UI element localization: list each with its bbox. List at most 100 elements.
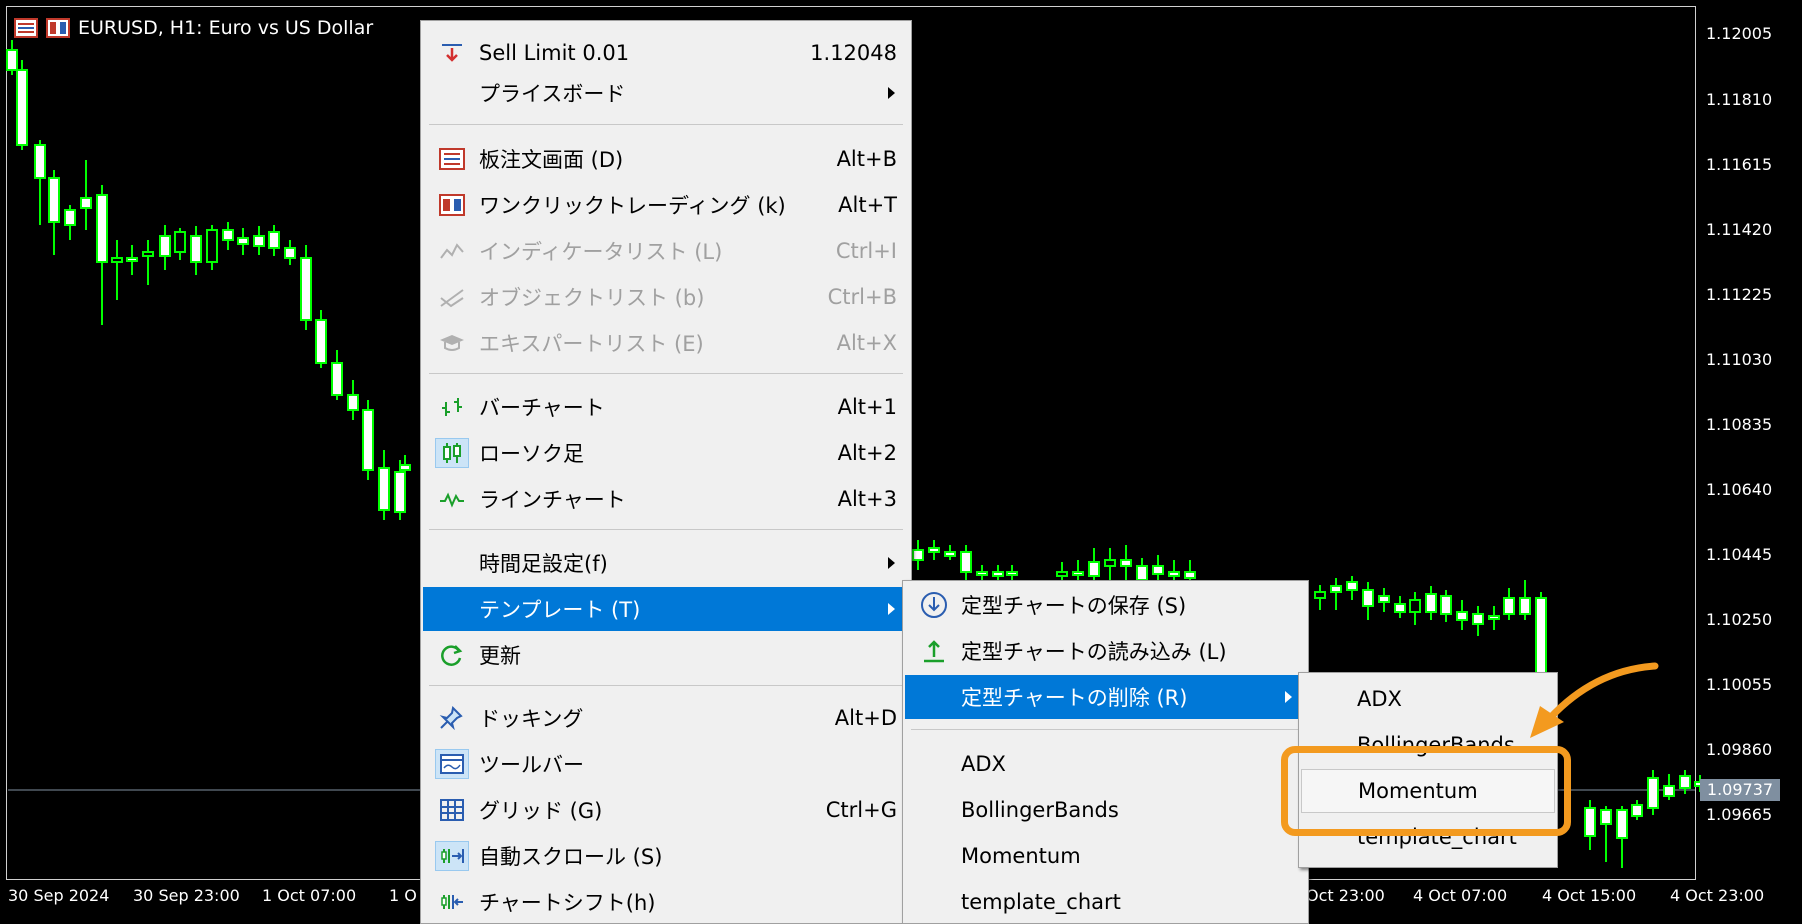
menu-item-shortcut: Ctrl+I (835, 239, 897, 263)
object-list-icon (435, 282, 469, 312)
candle (1440, 590, 1452, 622)
menu-item-shortcut: Alt+B (836, 147, 897, 171)
candle (347, 380, 359, 420)
menu-item-candlestick[interactable]: ローソク足 Alt+2 (423, 431, 909, 475)
symbol-title: EURUSD, H1: Euro vs US Dollar (78, 17, 374, 39)
menu-item-auto-scroll[interactable]: 自動スクロール (S) (423, 834, 909, 878)
candle (300, 245, 312, 330)
menu-item-label: テンプレート (T) (479, 598, 641, 622)
menu-item-template-momentum[interactable]: Momentum (905, 834, 1306, 878)
chart-shift-icon (435, 887, 469, 917)
menu-item-one-click-trading[interactable]: ワンクリックトレーディング (k) Alt+T (423, 183, 909, 227)
indicator-list-icon (435, 236, 469, 266)
candle (331, 350, 343, 400)
highlight-annotation-box (1281, 746, 1571, 836)
menu-item-label: ワンクリックトレーディング (k) (479, 194, 786, 218)
menu-item-label: バーチャート (479, 396, 605, 420)
candle (1584, 800, 1596, 850)
menu-item-label: インディケータリスト (L) (479, 240, 723, 264)
menu-item-depth-of-market[interactable]: 板注文画面 (D) Alt+B (423, 137, 909, 181)
menu-item-grid[interactable]: グリッド (G) Ctrl+G (423, 788, 909, 832)
menu-item-bar-chart[interactable]: バーチャート Alt+1 (423, 385, 909, 429)
candle (1425, 586, 1437, 620)
menu-item-label: プライスボード (479, 82, 626, 106)
menu-item-template[interactable]: テンプレート (T) (423, 587, 909, 631)
menu-item-label: オブジェクトリスト (b) (479, 286, 705, 310)
menu-item-label: 更新 (479, 644, 521, 668)
menu-item-label: 定型チャートの保存 (S) (961, 594, 1187, 618)
candle (1394, 596, 1406, 618)
current-price-label: 1.09737 (1700, 779, 1780, 801)
price-tick: 1.10250 (1706, 610, 1773, 629)
menu-item-label: ADX (961, 752, 1006, 776)
menu-separator (911, 729, 1300, 730)
submenu-arrow-icon (888, 557, 895, 569)
candle (1314, 585, 1326, 610)
candle (34, 140, 46, 225)
menu-item-shortcut: Alt+X (836, 331, 897, 355)
menu-item-label: ADX (1357, 687, 1402, 711)
menu-item-line-chart[interactable]: ラインチャート Alt+3 (423, 477, 909, 521)
menu-item-save-template[interactable]: 定型チャートの保存 (S) (905, 583, 1306, 627)
price-tick: 1.10835 (1706, 415, 1773, 434)
menu-item-label: ツールバー (479, 753, 584, 777)
time-tick: 1 Oct 07:00 (262, 886, 357, 905)
candle (1378, 588, 1390, 612)
grid-icon (435, 795, 469, 825)
price-tick: 1.10640 (1706, 480, 1773, 499)
menu-item-label: 自動スクロール (S) (479, 845, 663, 869)
menu-item-object-list[interactable]: オブジェクトリスト (b) Ctrl+B (423, 275, 909, 319)
candle (944, 545, 956, 560)
menu-item-label: ドッキング (479, 707, 584, 731)
candle (1647, 770, 1659, 815)
candle (16, 60, 28, 150)
menu-item-expert-list[interactable]: エキスパートリスト (E) Alt+X (423, 321, 909, 365)
menu-item-chart-shift[interactable]: チャートシフト(h) (423, 880, 909, 924)
menu-item-docking[interactable]: ドッキング Alt+D (423, 696, 909, 740)
time-tick: 1 O (389, 886, 417, 905)
price-tick: 1.10445 (1706, 545, 1773, 564)
candle (174, 228, 186, 260)
menu-item-label: ローソク足 (479, 442, 584, 466)
refresh-icon (435, 640, 469, 670)
menu-item-price-board[interactable]: プライスボード (423, 71, 909, 115)
one-click-trading-icon[interactable] (46, 18, 70, 38)
menu-item-indicator-list[interactable]: インディケータリスト (L) Ctrl+I (423, 229, 909, 273)
depth-of-market-icon[interactable] (14, 18, 38, 38)
menu-item-sell-limit[interactable]: Sell Limit 0.01 1.12048 (423, 31, 909, 75)
candle (159, 225, 171, 270)
menu-item-delete-template[interactable]: 定型チャートの削除 (R) (905, 675, 1306, 719)
menu-item-shortcut: Ctrl+B (827, 285, 897, 309)
toolbar-icon (435, 749, 469, 779)
time-tick: 30 Sep 2024 (8, 886, 110, 905)
menu-item-template-chart[interactable]: template_chart (905, 880, 1306, 924)
candle (362, 400, 374, 480)
menu-item-toolbar[interactable]: ツールバー (423, 742, 909, 786)
candle (315, 310, 327, 368)
menu-item-template-adx[interactable]: ADX (905, 742, 1306, 786)
menu-item-template-bollinger[interactable]: BollingerBands (905, 788, 1306, 832)
price-tick: 1.12005 (1706, 24, 1773, 43)
menu-item-timeframe[interactable]: 時間足設定(f) (423, 541, 909, 585)
time-tick: 4 Oct 23:00 (1670, 886, 1765, 905)
menu-item-refresh[interactable]: 更新 (423, 633, 909, 677)
bar-chart-icon (435, 392, 469, 422)
menu-item-shortcut: Alt+3 (837, 487, 897, 511)
time-tick: 4 Oct 15:00 (1542, 886, 1637, 905)
candle (1631, 800, 1643, 820)
menu-separator (429, 124, 903, 125)
time-tick: Oct 23:00 (1306, 886, 1385, 905)
template-submenu: 定型チャートの保存 (S) 定型チャートの読み込み (L) 定型チャートの削除 … (902, 580, 1309, 924)
candle (1346, 576, 1358, 600)
candle (237, 228, 249, 255)
candle (142, 240, 154, 285)
candle (222, 222, 234, 250)
menu-item-label: ラインチャート (479, 488, 626, 512)
candle (1503, 588, 1515, 620)
price-tick: 1.09860 (1706, 740, 1773, 759)
candlestick-icon (435, 438, 469, 468)
candle (190, 226, 202, 275)
candle (960, 545, 972, 580)
candle (1104, 548, 1116, 580)
menu-item-load-template[interactable]: 定型チャートの読み込み (L) (905, 629, 1306, 673)
